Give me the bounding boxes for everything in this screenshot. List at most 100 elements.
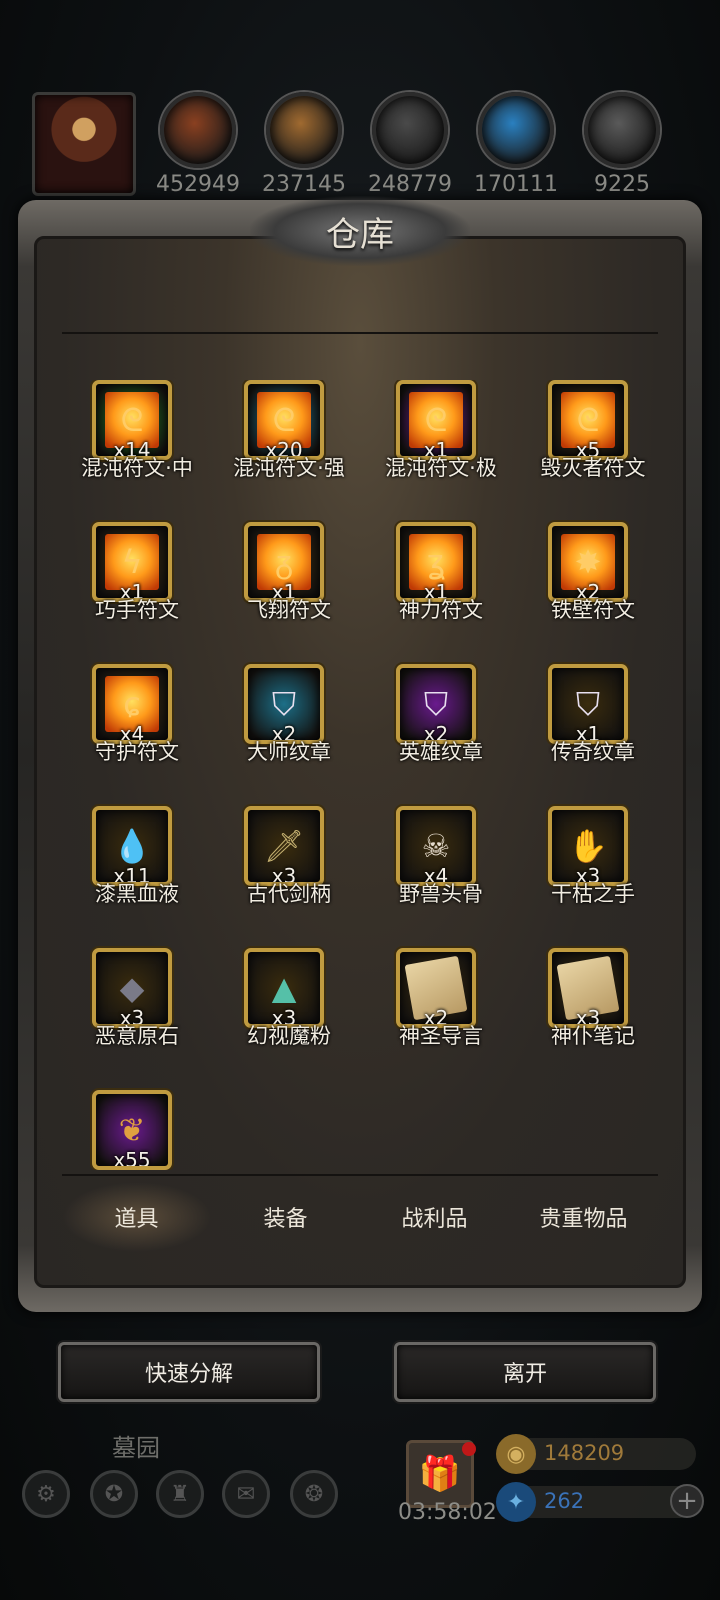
item-name: 干枯之手: [551, 882, 635, 906]
item-slot: x3: [548, 948, 628, 1028]
resource-4: 9225: [580, 92, 664, 197]
crystal-icon: [478, 92, 554, 168]
inventory-item[interactable]: ❦ x55: [62, 1090, 212, 1170]
inventory-item[interactable]: 💧 x11 漆黑血液: [62, 806, 212, 916]
item-slot: x2: [396, 948, 476, 1028]
item-slot: ▲ x3: [244, 948, 324, 1028]
item-name: 野兽头骨: [399, 882, 483, 906]
inventory-item[interactable]: ▲ x3 幻视魔粉: [214, 948, 364, 1058]
resource-value: 248779: [368, 172, 452, 197]
item-slot: ᵹ x1: [244, 522, 324, 602]
item-slot: ✸ x2: [548, 522, 628, 602]
item-name: 大师纹章: [247, 740, 331, 764]
gem-amount: 262: [544, 1489, 585, 1513]
inventory-item[interactable]: ✸ x2 铁壁符文: [518, 522, 658, 632]
item-name: 神力符文: [399, 598, 483, 622]
item-slot: ⛉ x1: [548, 664, 628, 744]
item-slot: ᘓ x14: [92, 380, 172, 460]
page-title: 仓库: [326, 214, 394, 255]
wood-icon: [266, 92, 342, 168]
resource-1: 237145: [262, 92, 346, 197]
gem-icon: ✦: [496, 1482, 536, 1522]
item-slot: ✋ x3: [548, 806, 628, 886]
item-name: 巧手符文: [95, 598, 179, 622]
inventory-item[interactable]: ◆ x3 恶意原石: [62, 948, 212, 1058]
resource-value: 170111: [474, 172, 558, 197]
quick-decompose-button[interactable]: 快速分解: [58, 1342, 320, 1402]
item-slot: ⛉ x2: [396, 664, 476, 744]
item-slot: ɕ x4: [92, 664, 172, 744]
inventory-item[interactable]: ☠ x4 野兽头骨: [366, 806, 516, 916]
inventory-item[interactable]: ᘓ x20 混沌符文·强: [214, 380, 364, 490]
stone-icon: [372, 92, 448, 168]
item-name: 毁灭者符文: [540, 456, 646, 480]
inventory-item[interactable]: ɕ x4 守护符文: [62, 664, 212, 774]
inventory-item[interactable]: x2 神圣导言: [366, 948, 516, 1058]
item-name: 恶意原石: [95, 1024, 179, 1048]
inventory-item[interactable]: ᵹ x1 飞翔符文: [214, 522, 364, 632]
item-quantity: x55: [113, 1148, 151, 1170]
tab-valuables[interactable]: 贵重物品: [509, 1182, 658, 1252]
item-slot: ⛉ x2: [244, 664, 324, 744]
resource-value: 452949: [156, 172, 240, 197]
item-name: 守护符文: [95, 740, 179, 764]
mail-icon[interactable]: ✉: [222, 1470, 270, 1518]
item-slot: 🗡 x3: [244, 806, 324, 886]
item-slot: ☠ x4: [396, 806, 476, 886]
item-name: 漆黑血液: [95, 882, 179, 906]
item-slot: ❦ x55: [92, 1090, 172, 1170]
resource-3: 170111: [474, 92, 558, 197]
inventory-item[interactable]: 🗡 x3 古代剑柄: [214, 806, 364, 916]
inventory-item[interactable]: ʓ x1 神力符文: [366, 522, 516, 632]
inventory-item[interactable]: ᘓ x14 混沌符文·中: [62, 380, 212, 490]
hero-icon[interactable]: ✪: [90, 1470, 138, 1518]
inventory-item[interactable]: ᘓ x5 毁灭者符文: [518, 380, 658, 490]
item-slot: ϟ x1: [92, 522, 172, 602]
iron-icon: [584, 92, 660, 168]
item-name: 神圣导言: [399, 1024, 483, 1048]
item-slot: ᘓ x20: [244, 380, 324, 460]
tab-equipment[interactable]: 装备: [211, 1182, 360, 1252]
item-name: 传奇纹章: [551, 740, 635, 764]
leave-button[interactable]: 离开: [394, 1342, 656, 1402]
resource-value: 237145: [262, 172, 346, 197]
item-name: 混沌符文·极: [385, 456, 497, 480]
inventory-item[interactable]: ⛉ x2 大师纹章: [214, 664, 364, 774]
tab-loot[interactable]: 战利品: [360, 1182, 509, 1252]
location-label: 墓园: [112, 1434, 160, 1462]
item-name: 幻视魔粉: [247, 1024, 331, 1048]
notification-dot: [462, 1442, 476, 1456]
inventory-item[interactable]: ✋ x3 干枯之手: [518, 806, 658, 916]
coin-icon: ◉: [496, 1434, 536, 1474]
item-slot: ᘓ x5: [548, 380, 628, 460]
item-name: 古代剑柄: [247, 882, 331, 906]
gift-timer: 03:58:02: [398, 1500, 497, 1525]
divider: [62, 332, 658, 334]
inventory-item[interactable]: ᘓ x1 混沌符文·极: [366, 380, 516, 490]
inventory-item[interactable]: ϟ x1 巧手符文: [62, 522, 212, 632]
item-name: 飞翔符文: [247, 598, 331, 622]
inventory-item[interactable]: ⛉ x1 传奇纹章: [518, 664, 658, 774]
item-name: 英雄纹章: [399, 740, 483, 764]
item-slot: ᘓ x1: [396, 380, 476, 460]
item-name: 混沌符文·中: [81, 456, 193, 480]
resource-2: 248779: [368, 92, 452, 197]
item-name: 混沌符文·强: [233, 456, 345, 480]
item-slot: ʓ x1: [396, 522, 476, 602]
guild-icon[interactable]: ♜: [156, 1470, 204, 1518]
add-currency-button[interactable]: +: [670, 1484, 704, 1518]
meat-icon: [160, 92, 236, 168]
settings-icon[interactable]: ⚙: [22, 1470, 70, 1518]
item-grid[interactable]: ᘓ x14 混沌符文·中 ᘓ x20 混沌符文·强 ᘓ x1 混沌符文·极 ᘓ x5 毁灭者符文 ϟ x1…: [62, 380, 658, 1170]
map-icon[interactable]: ❂: [290, 1470, 338, 1518]
item-slot: ◆ x3: [92, 948, 172, 1028]
tab-items[interactable]: 道具: [62, 1182, 211, 1252]
gold-amount: 148209: [544, 1441, 625, 1465]
item-name: 神仆笔记: [551, 1024, 635, 1048]
inventory-item[interactable]: x3 神仆笔记: [518, 948, 658, 1058]
title-plate: 仓库: [250, 196, 470, 266]
divider: [62, 1174, 658, 1176]
inventory-item[interactable]: ⛉ x2 英雄纹章: [366, 664, 516, 774]
item-name: 铁壁符文: [551, 598, 635, 622]
player-avatar[interactable]: [32, 92, 136, 196]
